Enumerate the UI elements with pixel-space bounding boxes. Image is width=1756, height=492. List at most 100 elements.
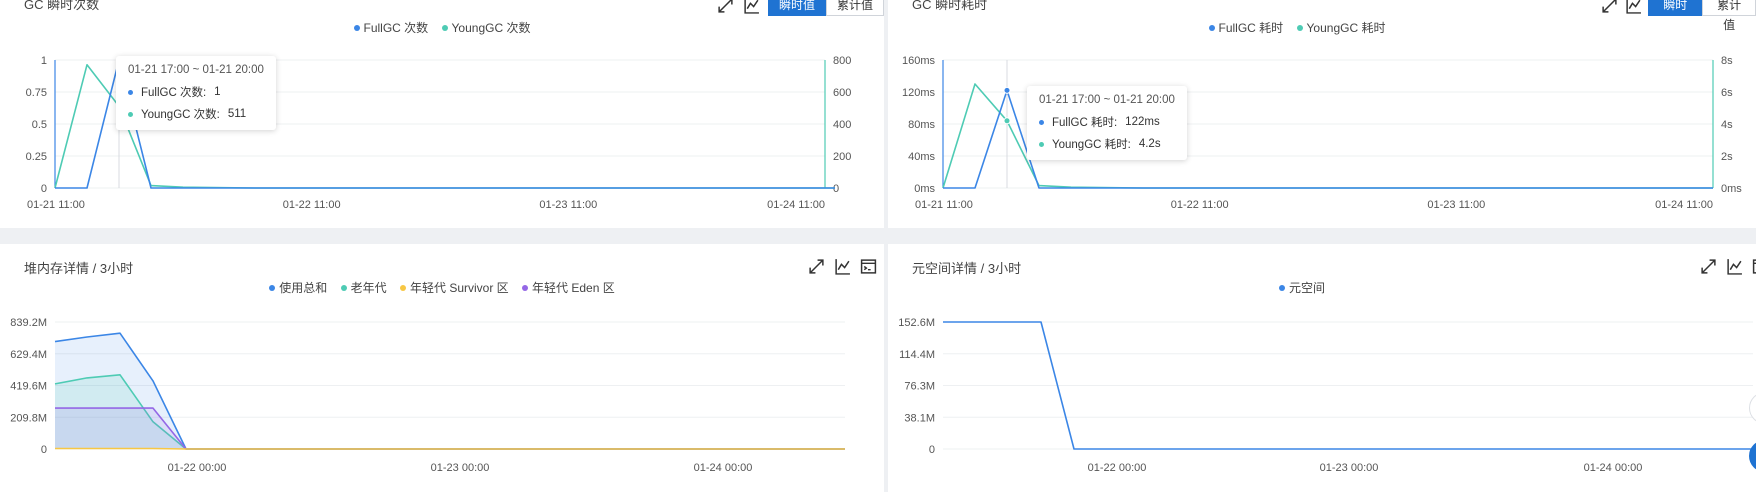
fullscreen-icon[interactable] — [1698, 256, 1718, 276]
y-left-tick-label: 120ms — [902, 87, 936, 99]
legend-item-fullgc-count[interactable]: FullGC 次数 — [353, 19, 429, 36]
legend-item-fullgc-time[interactable]: FullGC 耗时 — [1208, 19, 1283, 36]
tooltip-value: 1 — [214, 86, 221, 98]
x-tick-label: 01-21 11:00 — [915, 199, 973, 211]
legend-item-old-gen[interactable]: 老年代 — [340, 279, 387, 296]
gc-time-panel: 0ms 40ms 80ms 120ms 160ms 0ms 2s 4s 6s 8s 01-21 11… — [888, 0, 1756, 228]
instant-value-button[interactable]: 瞬时值 — [767, 0, 826, 16]
y-tick-label: 209.8M — [10, 412, 47, 424]
chart-legend: FullGC 耗时 YoungGC 耗时 — [888, 19, 1706, 36]
panel-title: GC 瞬时耗时 — [912, 0, 988, 12]
y-tick-label: 152.6M — [898, 317, 935, 329]
fullscreen-icon[interactable] — [716, 0, 736, 15]
y-tick-label: 419.6M — [10, 381, 47, 393]
legend-item-eden[interactable]: 年轻代 Eden 区 — [522, 279, 615, 296]
hover-point — [1003, 86, 1011, 94]
cumulative-value-button[interactable]: 累计值 — [1702, 0, 1756, 32]
y-right-tick-label: 8s — [1721, 55, 1733, 67]
series-total-area — [55, 333, 845, 449]
y-right-tick-label: 4s — [1721, 119, 1733, 131]
chart-toolbar: 瞬时值 累计值 — [1601, 0, 1756, 32]
legend-item-younggc-time[interactable]: YoungGC 耗时 — [1296, 19, 1385, 36]
y-right-tick-label: 400 — [833, 119, 851, 131]
line-chart-icon[interactable] — [742, 0, 762, 15]
tooltip-value: 511 — [227, 108, 247, 120]
chart-legend: 元空间 — [888, 279, 1716, 296]
x-tick-label: 01-23 11:00 — [539, 199, 597, 211]
chart-toolbar: 瞬时值 累计值 — [716, 0, 884, 16]
panel-title: GC 瞬时次数 — [24, 0, 100, 12]
x-tick-label: 01-24 00:00 — [1584, 462, 1643, 474]
y-right-tick-label: 800 — [833, 55, 851, 67]
y-tick-label: 38.1M — [904, 412, 935, 424]
y-tick-label: 0 — [41, 444, 47, 456]
panel-title: 元空间详情 / 3小时 — [912, 261, 1022, 276]
x-tick-label: 01-23 00:00 — [431, 462, 490, 474]
instant-value-button[interactable]: 瞬时值 — [1648, 0, 1703, 32]
x-tick-label: 01-21 11:00 — [27, 199, 85, 211]
fullscreen-icon[interactable] — [1601, 0, 1619, 15]
line-chart-icon[interactable] — [1724, 256, 1744, 276]
console-icon[interactable] — [1750, 256, 1756, 276]
y-right-tick-label: 200 — [833, 151, 851, 163]
x-tick-label: 01-22 00:00 — [1088, 462, 1147, 474]
y-right-tick-label: 6s — [1721, 87, 1733, 99]
legend-label: FullGC 次数 — [363, 21, 429, 35]
y-tick-label: 114.4M — [899, 349, 935, 361]
chart-tooltip: 01-21 17:00 ~ 01-21 20:00 FullGC 次数: 1 Y… — [116, 56, 276, 130]
tooltip-row: FullGC 耗时: 122ms — [1039, 114, 1175, 130]
y-left-tick-label: 0 — [41, 183, 47, 195]
tooltip-value: 122ms — [1125, 116, 1160, 128]
y-left-tick-label: 0.75 — [26, 87, 47, 99]
line-chart-icon[interactable] — [1625, 0, 1643, 15]
y-right-tick-label: 0ms — [1721, 183, 1742, 195]
x-tick-label: 01-24 00:00 — [694, 462, 753, 474]
y-left-tick-label: 1 — [41, 55, 47, 67]
x-tick-label: 01-23 11:00 — [1427, 199, 1485, 211]
legend-label: 年轻代 Survivor 区 — [409, 281, 509, 295]
metaspace-panel: 0 38.1M 76.3M 114.4M 152.6M 01-22 00:00 01-23 … — [888, 244, 1756, 492]
gc-count-panel: 0 0.25 0.5 0.75 1 0 200 400 600 800 01-21 11:00 01-… — [0, 0, 884, 228]
x-tick-label: 01-24 11:00 — [767, 199, 825, 211]
y-tick-label: 0 — [929, 444, 935, 456]
chart-tooltip: 01-21 17:00 ~ 01-21 20:00 FullGC 耗时: 122… — [1027, 86, 1187, 160]
panel-title: 堆内存详情 / 3小时 — [24, 261, 134, 276]
y-right-tick-label: 2s — [1721, 151, 1733, 163]
y-tick-label: 839.2M — [10, 317, 47, 329]
legend-label: 元空间 — [1288, 281, 1325, 295]
tooltip-row: YoungGC 次数: 511 — [128, 106, 264, 122]
chart-legend: 使用总和 老年代 年轻代 Survivor 区 年轻代 Eden 区 — [0, 279, 884, 296]
legend-item-metaspace[interactable]: 元空间 — [1278, 279, 1325, 296]
x-tick-label: 01-23 00:00 — [1320, 462, 1379, 474]
tooltip-row: FullGC 次数: 1 — [128, 84, 264, 100]
y-left-tick-label: 80ms — [908, 119, 935, 131]
chart-legend: FullGC 次数 YoungGC 次数 — [0, 19, 884, 36]
tooltip-label: FullGC 耗时: — [1052, 117, 1118, 129]
legend-item-younggc-count[interactable]: YoungGC 次数 — [441, 19, 530, 36]
y-left-tick-label: 0.25 — [26, 151, 47, 163]
x-tick-label: 01-22 11:00 — [1171, 199, 1229, 211]
y-left-tick-label: 160ms — [902, 55, 936, 67]
y-right-tick-label: 0 — [833, 183, 839, 195]
console-icon[interactable] — [858, 256, 878, 276]
y-tick-label: 629.4M — [10, 349, 47, 361]
y-tick-label: 76.3M — [904, 381, 935, 393]
x-tick-label: 01-24 11:00 — [1655, 199, 1713, 211]
line-chart-icon[interactable] — [832, 256, 852, 276]
tooltip-label: YoungGC 耗时: — [1052, 139, 1131, 151]
heap-memory-panel: 0 209.8M 419.6M 629.4M 839.2M 01-22 00:00 01-2… — [0, 244, 884, 492]
legend-item-heap-total[interactable]: 使用总和 — [269, 279, 327, 296]
tooltip-label: FullGC 次数: — [141, 87, 207, 99]
series-survivor-line — [55, 447, 845, 450]
tooltip-value: 4.2s — [1138, 138, 1161, 150]
legend-label: 使用总和 — [279, 281, 328, 295]
x-tick-label: 01-22 11:00 — [283, 199, 341, 211]
legend-item-survivor[interactable]: 年轻代 Survivor 区 — [399, 279, 509, 296]
fullscreen-icon[interactable] — [806, 256, 826, 276]
cumulative-value-button[interactable]: 累计值 — [825, 0, 884, 16]
legend-label: 年轻代 Eden 区 — [532, 281, 615, 295]
legend-label: 老年代 — [350, 281, 387, 295]
y-left-tick-label: 0ms — [914, 183, 935, 195]
tooltip-time: 01-21 17:00 ~ 01-21 20:00 — [1039, 94, 1175, 106]
tooltip-row: YoungGC 耗时: 4.2s — [1039, 136, 1175, 152]
